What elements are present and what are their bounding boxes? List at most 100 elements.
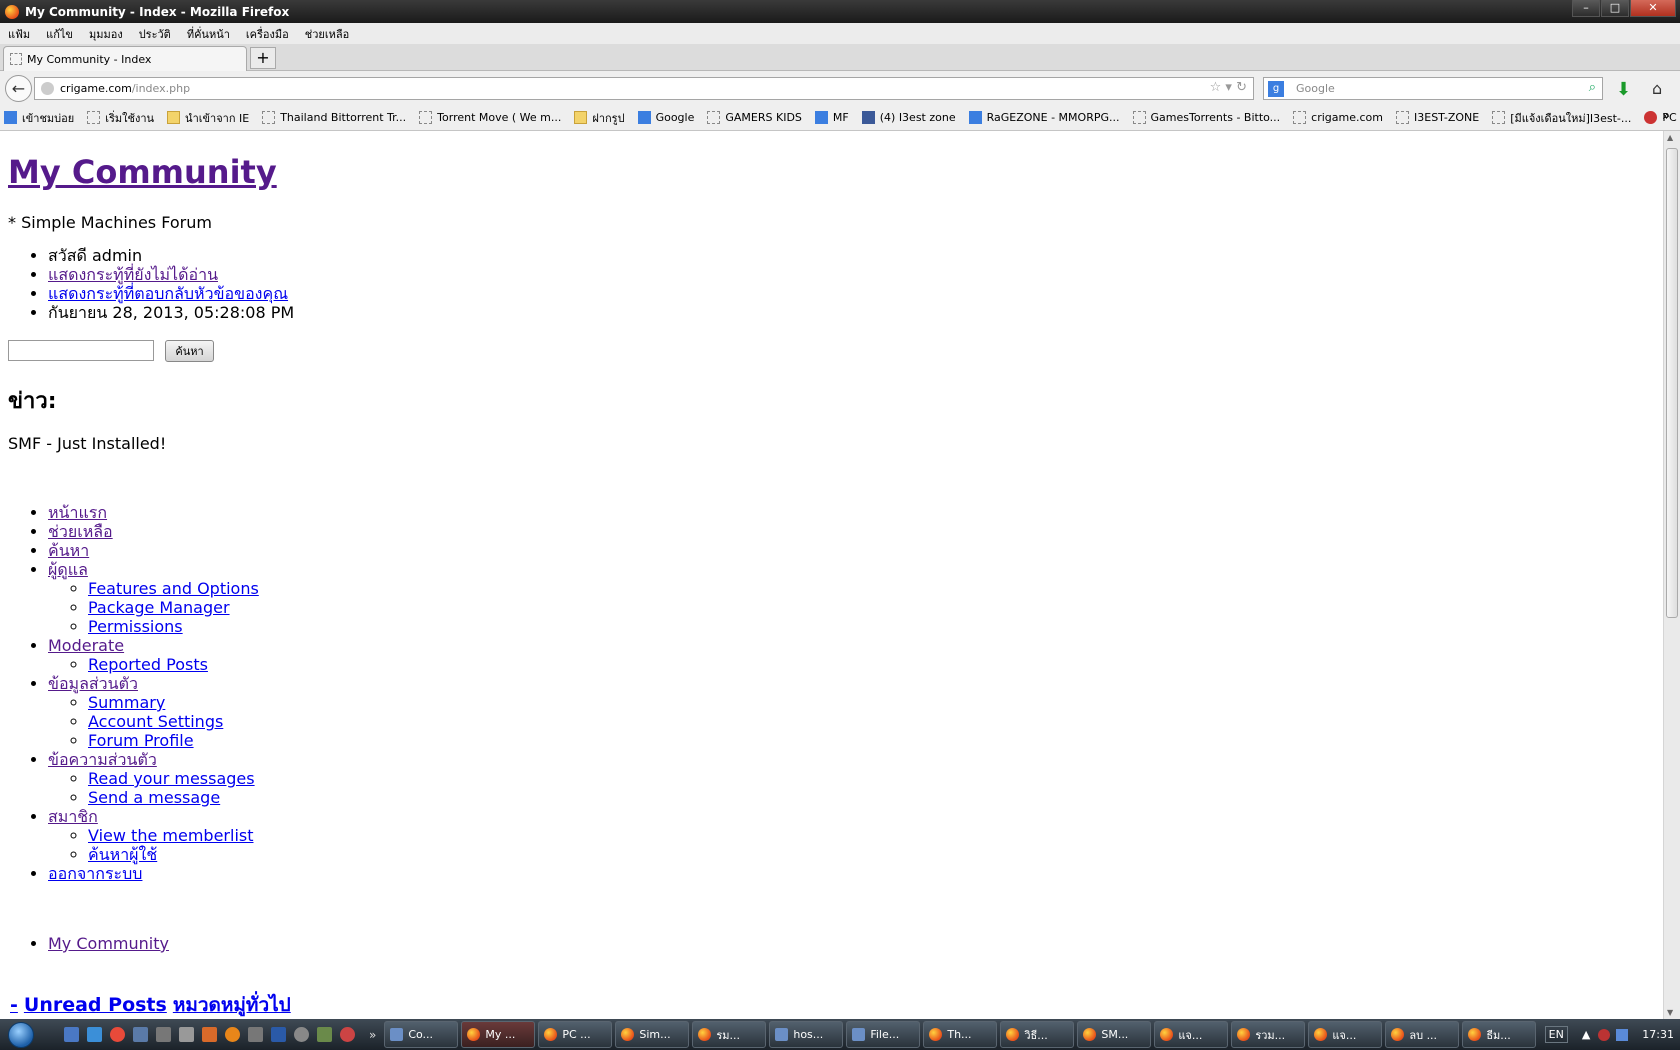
menu-link-members[interactable]: สมาชิก <box>48 807 98 826</box>
bookmark-star-icon[interactable]: ☆ <box>1210 80 1222 95</box>
word-icon[interactable] <box>271 1027 286 1042</box>
app-icon[interactable] <box>133 1027 148 1042</box>
bookmark-item[interactable]: RaGEZONE - MMORPG... <box>965 111 1120 124</box>
scroll-up-icon[interactable]: ▲ <box>1667 133 1673 142</box>
site-title-link[interactable]: My Community <box>8 153 277 191</box>
menu-view[interactable]: มุมมอง <box>81 25 131 43</box>
bookmark-item[interactable]: เข้าชมบ่อย <box>0 109 74 127</box>
submenu-link[interactable]: Reported Posts <box>88 655 208 674</box>
menu-link-moderate[interactable]: Moderate <box>48 636 124 655</box>
submenu-link[interactable]: Read your messages <box>88 769 255 788</box>
menu-bookmarks[interactable]: ที่คั่นหน้า <box>179 25 238 43</box>
bookmark-item[interactable]: I3EST-ZONE <box>1392 111 1479 124</box>
menu-link-admin[interactable]: ผู้ดูแล <box>48 560 88 579</box>
bookmark-folder[interactable]: นำเข้าจาก IE <box>163 109 249 127</box>
menu-link-pm[interactable]: ข้อความส่วนตัว <box>48 750 157 769</box>
menu-link-home[interactable]: หน้าแรก <box>48 503 107 522</box>
firefox-launch-icon[interactable] <box>225 1027 240 1042</box>
taskbar-button[interactable]: Co... <box>384 1021 459 1048</box>
menu-link-search[interactable]: ค้นหา <box>48 541 89 560</box>
taskbar-button[interactable]: ลบ ... <box>1385 1021 1460 1048</box>
bookmark-item[interactable]: GamesTorrents - Bitto... <box>1129 111 1280 124</box>
menu-file[interactable]: แฟ้ม <box>0 25 38 43</box>
scrollbar-thumb[interactable] <box>1666 148 1678 618</box>
submenu-link[interactable]: View the memberlist <box>88 826 254 845</box>
taskbar-button[interactable]: hos... <box>769 1021 844 1048</box>
menu-edit[interactable]: แก้ไข <box>38 25 81 43</box>
tab-active[interactable]: My Community - Index <box>3 46 247 71</box>
forum-search-input[interactable] <box>8 340 154 361</box>
search-bar[interactable]: g Google ⌕ <box>1263 77 1603 100</box>
home-icon[interactable]: ⌂ <box>1652 79 1662 98</box>
submenu-link[interactable]: Permissions <box>88 617 183 636</box>
start-button[interactable] <box>0 1019 42 1050</box>
tray-expand-icon[interactable]: ▲ <box>1582 1028 1590 1041</box>
taskbar-button[interactable]: SM... <box>1077 1021 1152 1048</box>
bookmark-item[interactable]: [มีแจ้งเดือนใหม่]I3est-... <box>1488 109 1631 127</box>
submenu-link[interactable]: Forum Profile <box>88 731 194 750</box>
bookmark-item[interactable]: เริ่มใช้งาน <box>83 109 154 127</box>
taskbar-button[interactable]: Sim... <box>615 1021 690 1048</box>
page-scrollbar[interactable]: ▲ ▼ <box>1663 131 1680 1019</box>
back-button[interactable]: ← <box>5 75 32 102</box>
submenu-link[interactable]: Account Settings <box>88 712 223 731</box>
quick-launch-overflow[interactable]: » <box>369 1028 376 1042</box>
app-icon[interactable] <box>340 1027 355 1042</box>
download-icon[interactable]: ⬇ <box>1616 79 1631 100</box>
site-identity-icon[interactable] <box>41 82 54 95</box>
breadcrumb-link[interactable]: My Community <box>48 934 169 953</box>
unread-replies-link[interactable]: แสดงกระทู้ที่ตอบกลับหัวข้อของคุณ <box>48 284 288 303</box>
menu-link-logout[interactable]: ออกจากระบบ <box>48 864 142 883</box>
close-button[interactable]: ✕ <box>1630 0 1676 17</box>
taskbar-button[interactable]: รวม... <box>1231 1021 1306 1048</box>
bookmark-item[interactable]: Thailand Bittorrent Tr... <box>258 111 406 124</box>
search-icon[interactable]: ⌕ <box>1589 80 1596 95</box>
unread-posts-link[interactable]: แสดงกระทู้ที่ยังไม่ได้อ่าน <box>48 265 218 284</box>
taskbar-button[interactable]: File... <box>846 1021 921 1048</box>
category-collapse-link[interactable]: - <box>10 994 18 1016</box>
bookmark-item[interactable]: MF <box>811 111 849 124</box>
internet-explorer-icon[interactable] <box>87 1027 102 1042</box>
bookmark-item[interactable]: Torrent Move ( We m... <box>415 111 561 124</box>
url-bar[interactable]: crigame.com/index.php ☆ ▾ ↻ <box>34 77 1254 100</box>
language-indicator[interactable]: EN <box>1544 1026 1568 1043</box>
submenu-link[interactable]: ค้นหาผู้ใช้ <box>88 845 157 864</box>
submenu-link[interactable]: Send a message <box>88 788 220 807</box>
dropdown-arrow-icon[interactable]: ▾ <box>1225 80 1232 95</box>
app-icon[interactable] <box>156 1027 171 1042</box>
taskbar-button[interactable]: ธีม... <box>1462 1021 1537 1048</box>
app-icon[interactable] <box>248 1027 263 1042</box>
menu-history[interactable]: ประวัติ <box>131 25 179 43</box>
google-engine-icon[interactable]: g <box>1268 80 1284 97</box>
bookmark-item[interactable]: crigame.com <box>1289 111 1383 124</box>
taskbar-button[interactable]: Th... <box>923 1021 998 1048</box>
taskbar-button[interactable]: วิธี... <box>1000 1021 1075 1048</box>
app-icon[interactable] <box>317 1027 332 1042</box>
app-icon[interactable] <box>202 1027 217 1042</box>
taskbar-button[interactable]: แจ... <box>1154 1021 1229 1048</box>
menu-help[interactable]: ช่วยเหลือ <box>297 25 357 43</box>
bookmark-item[interactable]: Google <box>634 111 694 124</box>
bookmarks-overflow-button[interactable]: » <box>1662 109 1670 124</box>
bookmark-item[interactable]: ฝากรูป <box>570 109 625 127</box>
submenu-link[interactable]: Features and Options <box>88 579 259 598</box>
submenu-link[interactable]: Summary <box>88 693 165 712</box>
chrome-icon[interactable] <box>110 1027 125 1042</box>
scroll-down-icon[interactable]: ▼ <box>1667 1008 1673 1017</box>
menu-link-profile[interactable]: ข้อมูลส่วนตัว <box>48 674 138 693</box>
new-tab-button[interactable]: + <box>250 47 276 69</box>
reload-icon[interactable]: ↻ <box>1236 80 1247 95</box>
volume-icon[interactable] <box>1616 1028 1629 1041</box>
app-icon[interactable] <box>179 1027 194 1042</box>
bookmark-item[interactable]: PC Game - Download <box>1640 111 1680 124</box>
submenu-link[interactable]: Package Manager <box>88 598 230 617</box>
app-icon[interactable] <box>294 1027 309 1042</box>
minimize-button[interactable]: – <box>1572 0 1600 17</box>
bookmark-item[interactable]: (4) I3est zone <box>858 111 956 124</box>
taskbar-button[interactable]: แจ... <box>1308 1021 1383 1048</box>
clock[interactable]: 17:31 <box>1642 1028 1674 1041</box>
menu-link-help[interactable]: ช่วยเหลือ <box>48 522 113 541</box>
forum-search-button[interactable]: ค้นหา <box>165 340 214 362</box>
bookmark-item[interactable]: GAMERS KIDS <box>703 111 802 124</box>
network-icon[interactable] <box>1598 1028 1611 1041</box>
